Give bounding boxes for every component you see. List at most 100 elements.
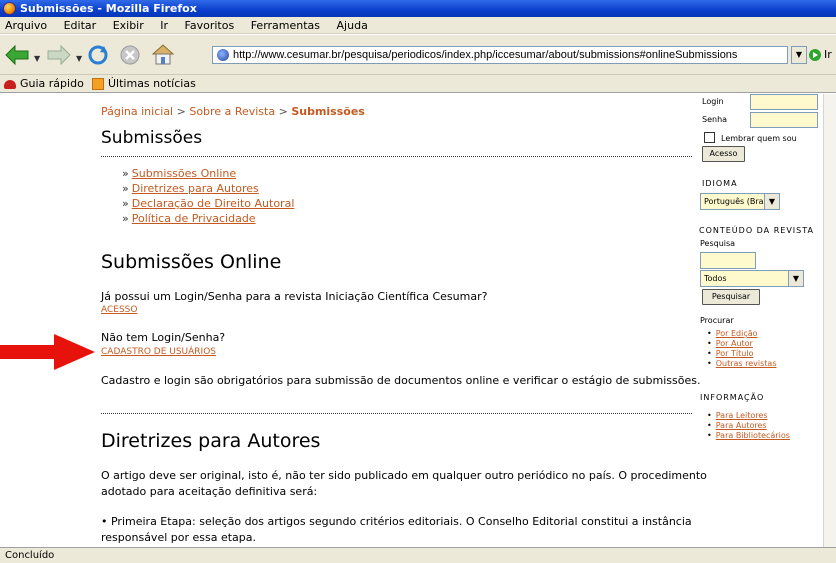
list-item: Para Leitores bbox=[699, 411, 790, 421]
menu-ir[interactable]: Ir bbox=[154, 17, 174, 34]
search-scope-select[interactable]: Todos ▼ bbox=[700, 270, 804, 287]
para-autores-link[interactable]: Para Autores bbox=[716, 421, 767, 430]
toc-link-privacidade[interactable]: Política de Privacidade bbox=[132, 212, 256, 225]
diretrizes-paragraph-2: • Primeira Etapa: seleção dos artigos se… bbox=[101, 515, 692, 544]
page-content: Página inicial > Sobre a Revista > Submi… bbox=[0, 94, 836, 547]
acesso-button[interactable]: Acesso bbox=[702, 146, 745, 162]
bookmark-label: Últimas notícias bbox=[108, 77, 196, 90]
password-input[interactable] bbox=[750, 112, 818, 128]
breadcrumb-separator: > bbox=[176, 105, 186, 118]
login-question-text: Já possui um Login/Senha para a revista … bbox=[101, 290, 488, 303]
stop-icon[interactable] bbox=[118, 43, 142, 67]
menu-ajuda[interactable]: Ajuda bbox=[331, 17, 374, 34]
list-item: Para Autores bbox=[699, 421, 790, 431]
navigation-toolbar: ▼ ▼ http://www.cesumar.br/pesquisa/perio… bbox=[0, 35, 836, 75]
bookmark-icon bbox=[4, 79, 16, 89]
breadcrumb-current[interactable]: Submissões bbox=[291, 105, 365, 118]
toc-link-submissoes-online[interactable]: Submissões Online bbox=[132, 167, 236, 180]
firefox-logo-icon bbox=[3, 2, 16, 15]
toc-item: » Diretrizes para Autores bbox=[122, 182, 259, 195]
list-item: Outras revistas bbox=[699, 359, 777, 369]
go-label: Ir bbox=[824, 48, 832, 61]
rss-feed-icon bbox=[92, 78, 104, 90]
pesquisar-button[interactable]: Pesquisar bbox=[702, 289, 760, 305]
forward-arrow-icon[interactable] bbox=[46, 44, 72, 66]
remember-label: Lembrar quem sou bbox=[721, 134, 797, 143]
section-heading-diretrizes: Diretrizes para Autores bbox=[101, 430, 321, 452]
required-note-text: Cadastro e login são obrigatórios para s… bbox=[101, 374, 701, 387]
informacao-heading: INFORMAÇÃO bbox=[700, 393, 765, 402]
conteudo-heading: CONTEÚDO DA REVISTA bbox=[699, 226, 814, 235]
para-bibliotecarios-link[interactable]: Para Bibliotecários bbox=[716, 431, 790, 440]
menu-arquivo[interactable]: Arquivo bbox=[0, 17, 53, 34]
go-button[interactable]: Ir bbox=[809, 46, 836, 64]
bookmarks-toolbar: Guia rápido Últimas notícias bbox=[0, 75, 836, 93]
menu-favoritos[interactable]: Favoritos bbox=[179, 17, 241, 34]
list-item: Por Edição bbox=[699, 329, 777, 339]
table-of-contents: » Submissões Online » Diretrizes para Auto… bbox=[122, 166, 294, 226]
toc-link-direito-autoral[interactable]: Declaração de Direito Autoral bbox=[132, 197, 295, 210]
divider bbox=[101, 413, 692, 414]
breadcrumb-separator: > bbox=[278, 105, 288, 118]
bookmark-label: Guia rápido bbox=[20, 77, 84, 90]
login-label: Login bbox=[702, 97, 724, 106]
breadcrumb-about[interactable]: Sobre a Revista bbox=[189, 105, 275, 118]
procurar-label: Procurar bbox=[700, 316, 734, 325]
section-heading-online: Submissões Online bbox=[101, 251, 282, 273]
menu-ferramentas[interactable]: Ferramentas bbox=[245, 17, 326, 34]
login-input[interactable] bbox=[750, 94, 818, 110]
diretrizes-paragraph-1: O artigo deve ser original, isto é, não … bbox=[101, 469, 707, 498]
home-icon[interactable] bbox=[150, 42, 176, 66]
pesquisa-label: Pesquisa bbox=[700, 239, 736, 248]
informacao-list: Para Leitores Para Autores Para Bibliote… bbox=[699, 411, 790, 441]
toc-item: » Submissões Online bbox=[122, 167, 237, 180]
window-titlebar: Submissões - Mozilla Firefox bbox=[0, 0, 836, 17]
para-leitores-link[interactable]: Para Leitores bbox=[716, 411, 768, 420]
address-dropdown-icon[interactable]: ▼ bbox=[791, 46, 807, 64]
status-bar: Concluído bbox=[0, 547, 836, 563]
bookmark-guia-rapido[interactable]: Guia rápido bbox=[4, 75, 84, 93]
status-text: Concluído bbox=[5, 550, 55, 561]
list-item: Por Autor bbox=[699, 339, 777, 349]
back-dropdown-icon[interactable]: ▼ bbox=[34, 54, 40, 63]
red-arrow-icon bbox=[0, 334, 95, 370]
vertical-scrollbar[interactable] bbox=[823, 94, 836, 547]
address-bar[interactable]: http://www.cesumar.br/pesquisa/periodico… bbox=[212, 46, 788, 64]
breadcrumb-home[interactable]: Página inicial bbox=[101, 105, 173, 118]
outras-revistas-link[interactable]: Outras revistas bbox=[716, 359, 777, 368]
por-autor-link[interactable]: Por Autor bbox=[716, 339, 753, 348]
language-select[interactable]: Português (Brasil) ▼ bbox=[700, 193, 780, 210]
por-edicao-link[interactable]: Por Edição bbox=[716, 329, 758, 338]
chevron-down-icon: ▼ bbox=[764, 194, 779, 209]
search-scope-value: Todos bbox=[704, 274, 727, 283]
no-login-text: Não tem Login/Senha? bbox=[101, 331, 226, 344]
por-titulo-link[interactable]: Por Título bbox=[716, 349, 754, 358]
site-favicon-icon bbox=[217, 49, 229, 61]
back-arrow-icon[interactable] bbox=[4, 44, 30, 66]
search-input[interactable] bbox=[700, 252, 756, 269]
window-title: Submissões - Mozilla Firefox bbox=[20, 2, 197, 15]
procurar-list: Por Edição Por Autor Por Título Outras r… bbox=[699, 329, 777, 369]
breadcrumb: Página inicial > Sobre a Revista > Submi… bbox=[101, 105, 365, 118]
cadastro-usuarios-link[interactable]: CADASTRO DE USUÁRIOS bbox=[101, 347, 216, 357]
remember-checkbox[interactable] bbox=[704, 132, 715, 143]
forward-dropdown-icon[interactable]: ▼ bbox=[76, 54, 82, 63]
page-title: Submissões bbox=[101, 128, 203, 148]
divider bbox=[101, 156, 692, 157]
menu-editar[interactable]: Editar bbox=[58, 17, 103, 34]
toc-item: » Política de Privacidade bbox=[122, 212, 256, 225]
idioma-heading: IDIOMA bbox=[702, 179, 738, 188]
toc-link-diretrizes[interactable]: Diretrizes para Autores bbox=[132, 182, 259, 195]
toc-item: » Declaração de Direito Autoral bbox=[122, 197, 295, 210]
list-item: Para Bibliotecários bbox=[699, 431, 790, 441]
menu-exibir[interactable]: Exibir bbox=[107, 17, 150, 34]
go-arrow-icon bbox=[809, 49, 821, 61]
acesso-link[interactable]: ACESSO bbox=[101, 305, 137, 315]
chevron-down-icon: ▼ bbox=[788, 271, 803, 286]
list-item: Por Título bbox=[699, 349, 777, 359]
reload-icon[interactable] bbox=[86, 43, 110, 67]
menubar: Arquivo Editar Exibir Ir Favoritos Ferra… bbox=[0, 17, 836, 34]
bookmark-ultimas-noticias[interactable]: Últimas notícias bbox=[92, 75, 196, 93]
senha-label: Senha bbox=[702, 115, 728, 124]
address-url: http://www.cesumar.br/pesquisa/periodico… bbox=[233, 49, 738, 61]
